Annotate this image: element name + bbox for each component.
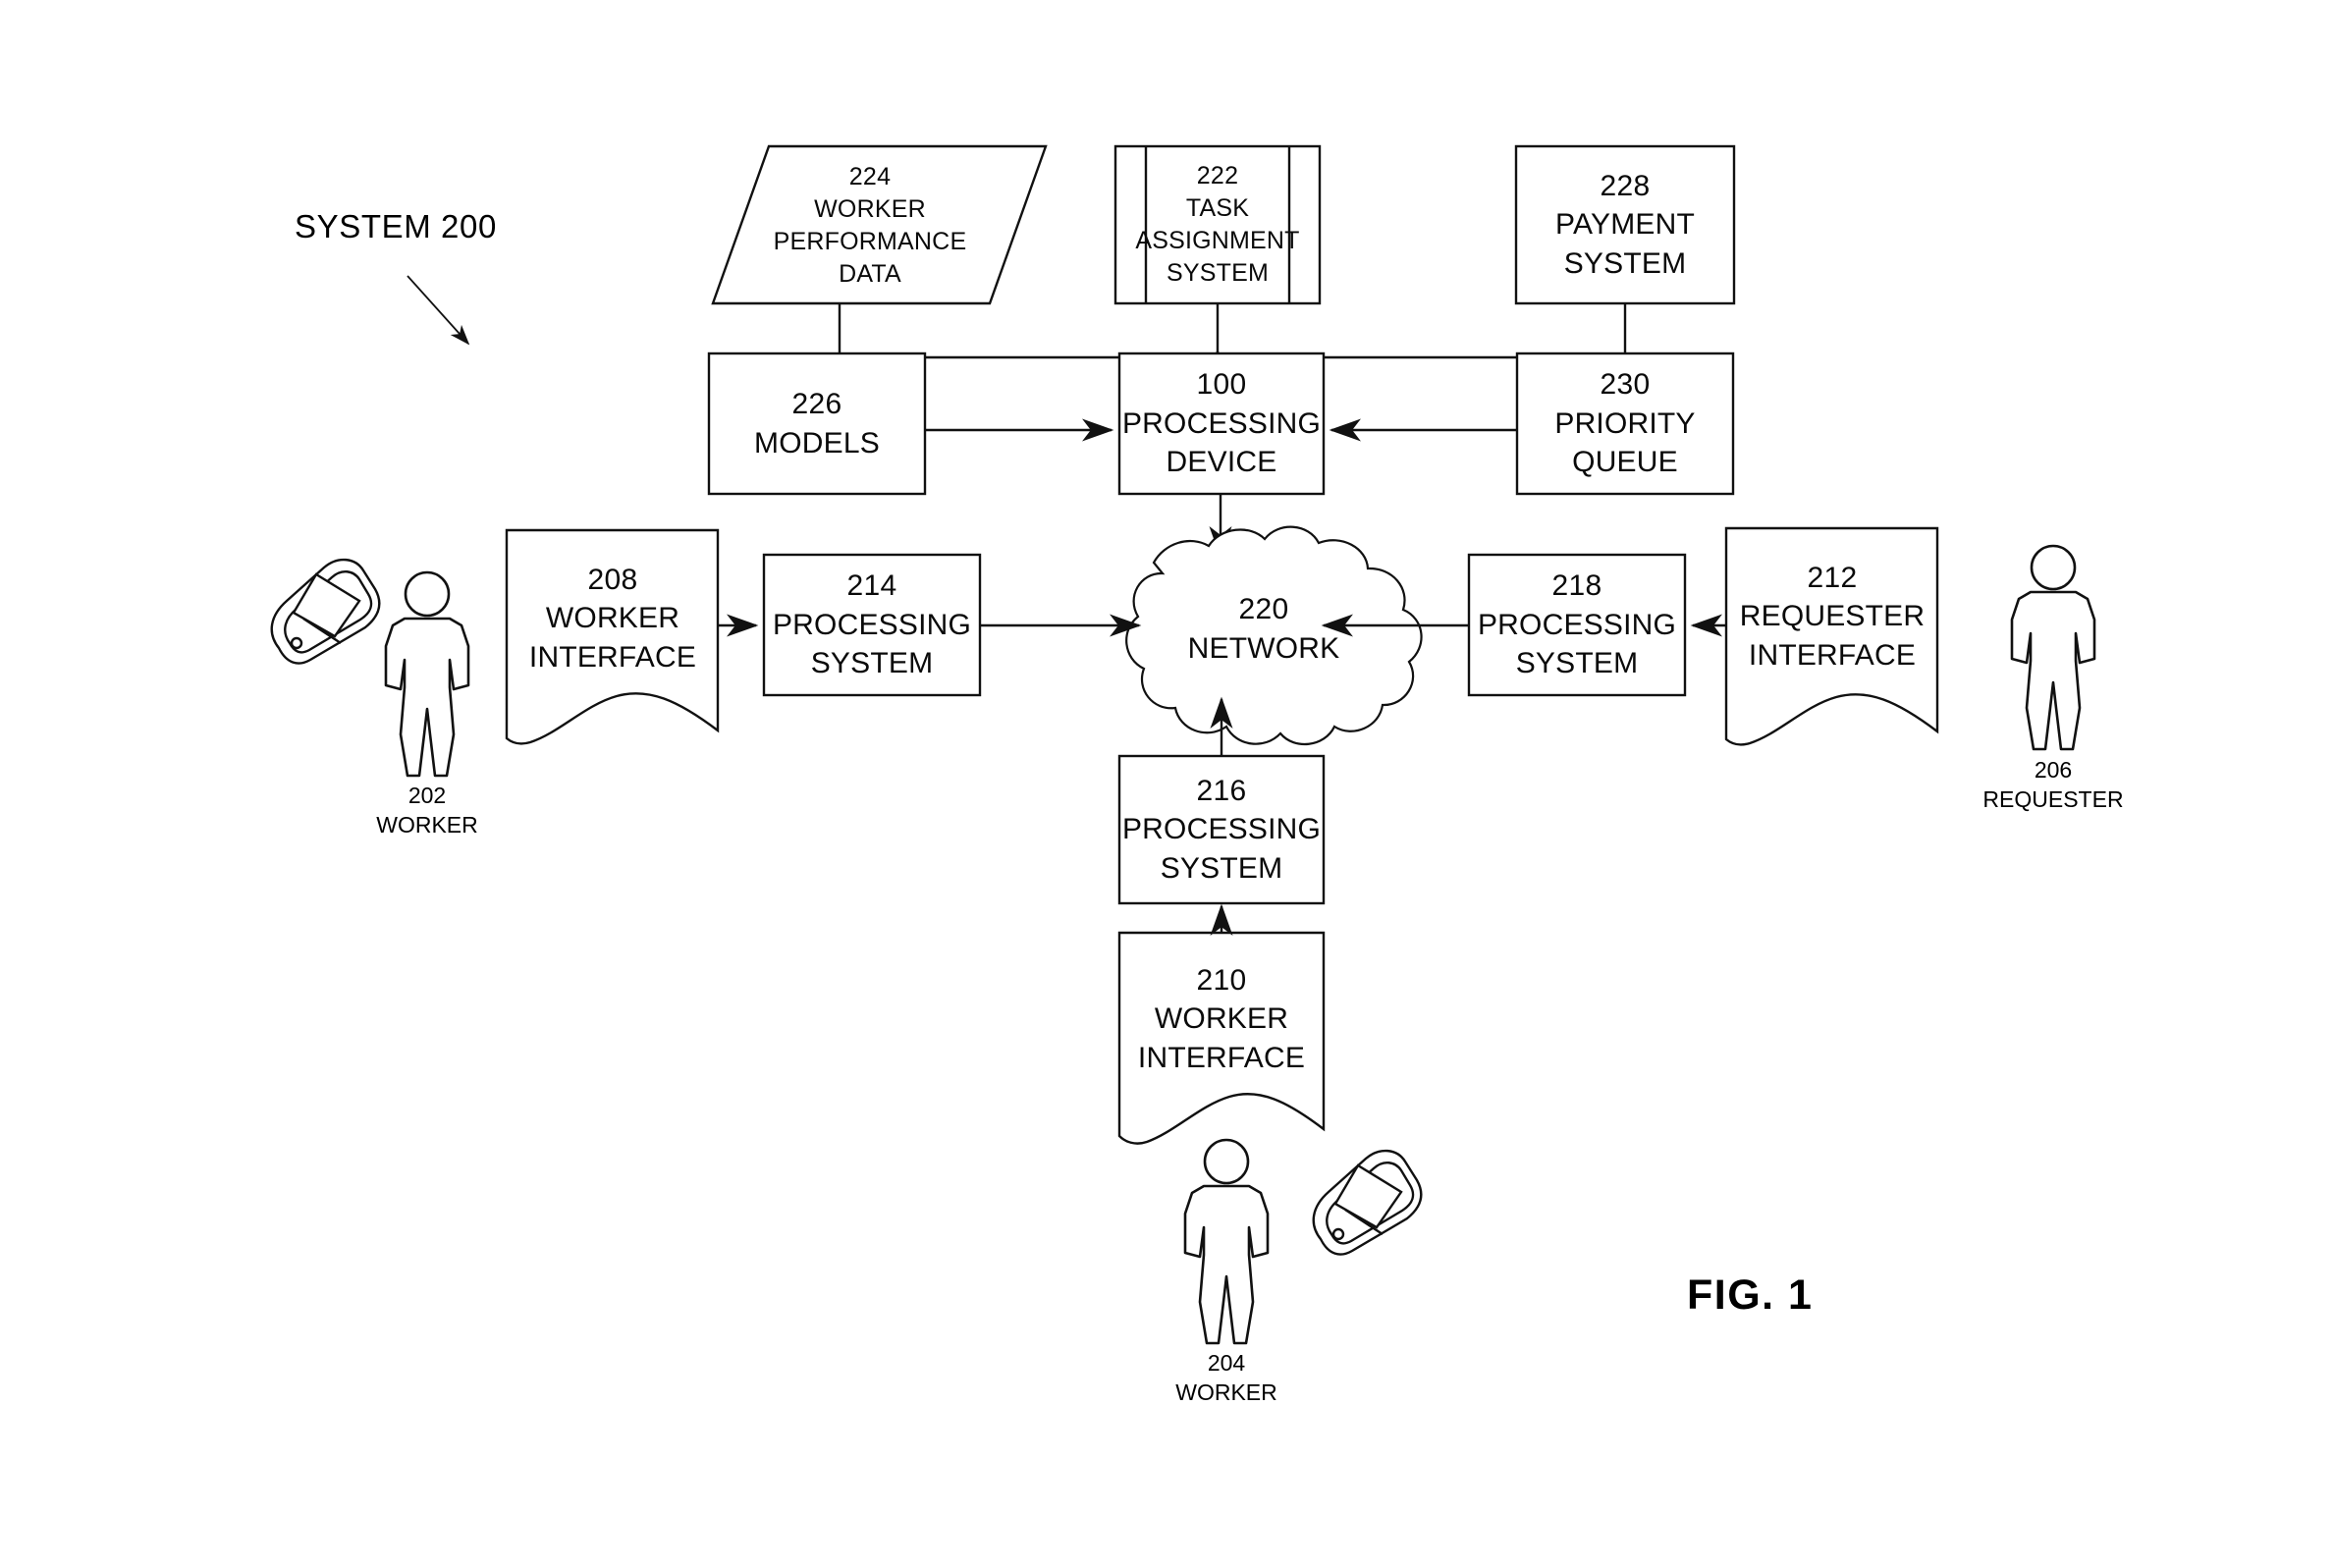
node-shape-220: [1125, 525, 1423, 746]
system-title: SYSTEM 200: [295, 208, 497, 244]
person-icon-202: [384, 570, 470, 778]
node-shape-228: [1514, 144, 1736, 305]
node-shape-210: [1117, 931, 1326, 1145]
node-shape-214: [762, 553, 982, 697]
mobile-phone-icon-204: [1312, 1149, 1423, 1256]
mobile-phone-icon-202: [270, 558, 381, 665]
system-pointer-arrow: [407, 275, 470, 346]
person-icon-204: [1183, 1138, 1270, 1345]
node-shape-226: [707, 351, 927, 496]
node-shape-208: [505, 528, 720, 745]
node-shape-224: [711, 144, 1048, 305]
person-icon-206: [2010, 544, 2096, 751]
connector-bus-top: [838, 303, 1218, 359]
patent-figure: SYSTEM 200 224 WORKER PERFORMANCE DATA 2…: [0, 0, 2334, 1568]
node-shape-218: [1467, 553, 1687, 697]
node-shape-216: [1117, 754, 1326, 905]
node-shape-230: [1515, 351, 1735, 496]
figure-caption: FIG. 1: [1687, 1271, 1814, 1319]
node-shape-100: [1117, 351, 1326, 496]
node-shape-212: [1724, 526, 1939, 746]
